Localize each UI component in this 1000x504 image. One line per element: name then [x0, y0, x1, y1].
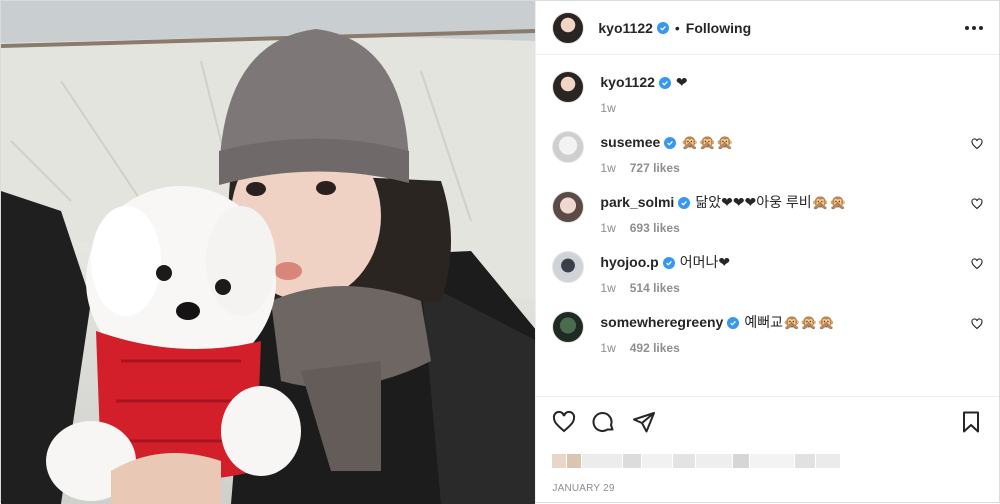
comment-time[interactable]: 1w: [600, 341, 615, 355]
verified-badge-icon: [678, 197, 691, 210]
post-date[interactable]: JANUARY 29: [552, 483, 983, 494]
avatar[interactable]: [552, 71, 585, 103]
header-username[interactable]: kyo1122: [598, 20, 653, 36]
comments-list[interactable]: kyo1122 ❤ 1w susemee 🙊🙊🙊 1w 727 likes pa…: [536, 55, 999, 396]
bookmark-icon[interactable]: [959, 410, 983, 434]
action-bar: [552, 397, 983, 447]
verified-badge-icon: [656, 21, 669, 34]
avatar[interactable]: [552, 191, 585, 223]
comment-likes[interactable]: 514 likes: [630, 281, 680, 295]
heart-icon[interactable]: [971, 317, 983, 335]
comment-text: 닮았❤❤❤아웅 루비🙊🙊: [695, 194, 847, 210]
heart-icon[interactable]: [971, 257, 983, 275]
post-photo-illustration: [1, 1, 536, 504]
heart-icon[interactable]: [552, 410, 576, 434]
avatar[interactable]: [552, 11, 585, 44]
instagram-post: kyo1122 • Following kyo1122 ❤ 1w susemee…: [0, 0, 1000, 504]
avatar[interactable]: [552, 251, 585, 283]
comment-time[interactable]: 1w: [600, 221, 615, 235]
comment-time[interactable]: 1w: [600, 281, 615, 295]
separator-dot: •: [674, 19, 680, 36]
avatar[interactable]: [552, 131, 585, 163]
list-item: susemee 🙊🙊🙊 1w 727 likes: [552, 131, 983, 175]
list-item: somewheregreeny 예뻐교🙊🙊🙊 1w 492 likes: [552, 311, 983, 355]
verified-badge-icon: [664, 137, 677, 150]
comment-time[interactable]: 1w: [600, 161, 615, 175]
following-button[interactable]: Following: [686, 20, 751, 36]
comment-username[interactable]: hyojoo.p: [600, 254, 658, 270]
list-item: park_solmi 닮았❤❤❤아웅 루비🙊🙊 1w 693 likes: [552, 191, 983, 235]
comment-likes[interactable]: 727 likes: [630, 161, 680, 175]
caption-text: ❤: [675, 74, 688, 90]
verified-badge-icon: [658, 77, 671, 90]
caption-username[interactable]: kyo1122: [600, 74, 655, 90]
heart-icon[interactable]: [971, 197, 983, 215]
share-icon[interactable]: [632, 410, 656, 434]
list-item: hyojoo.p 어머나❤ 1w 514 likes: [552, 251, 983, 295]
blurred-likes-row: [552, 447, 852, 475]
post-header: kyo1122 • Following: [536, 1, 999, 55]
comment-username[interactable]: park_solmi: [600, 194, 674, 210]
avatar[interactable]: [552, 311, 585, 343]
heart-icon[interactable]: [971, 137, 983, 155]
more-options-icon[interactable]: [965, 20, 983, 36]
comment-likes[interactable]: 492 likes: [630, 341, 680, 355]
post-photo[interactable]: [1, 1, 536, 504]
comment-username[interactable]: somewheregreeny: [600, 314, 723, 330]
comment-text: 🙊🙊🙊: [681, 134, 734, 150]
post-actions: JANUARY 29: [536, 396, 999, 502]
comment-username[interactable]: susemee: [600, 134, 660, 150]
post-side-panel: kyo1122 • Following kyo1122 ❤ 1w susemee…: [535, 1, 999, 502]
verified-badge-icon: [727, 317, 740, 330]
comment-text: 예뻐교🙊🙊🙊: [744, 314, 836, 330]
caption-time: 1w: [600, 101, 616, 115]
comment-icon[interactable]: [592, 410, 616, 434]
caption: kyo1122 ❤ 1w: [552, 71, 983, 115]
verified-badge-icon: [662, 257, 675, 270]
comment-text: 어머나❤: [679, 254, 731, 270]
comment-likes[interactable]: 693 likes: [630, 221, 680, 235]
